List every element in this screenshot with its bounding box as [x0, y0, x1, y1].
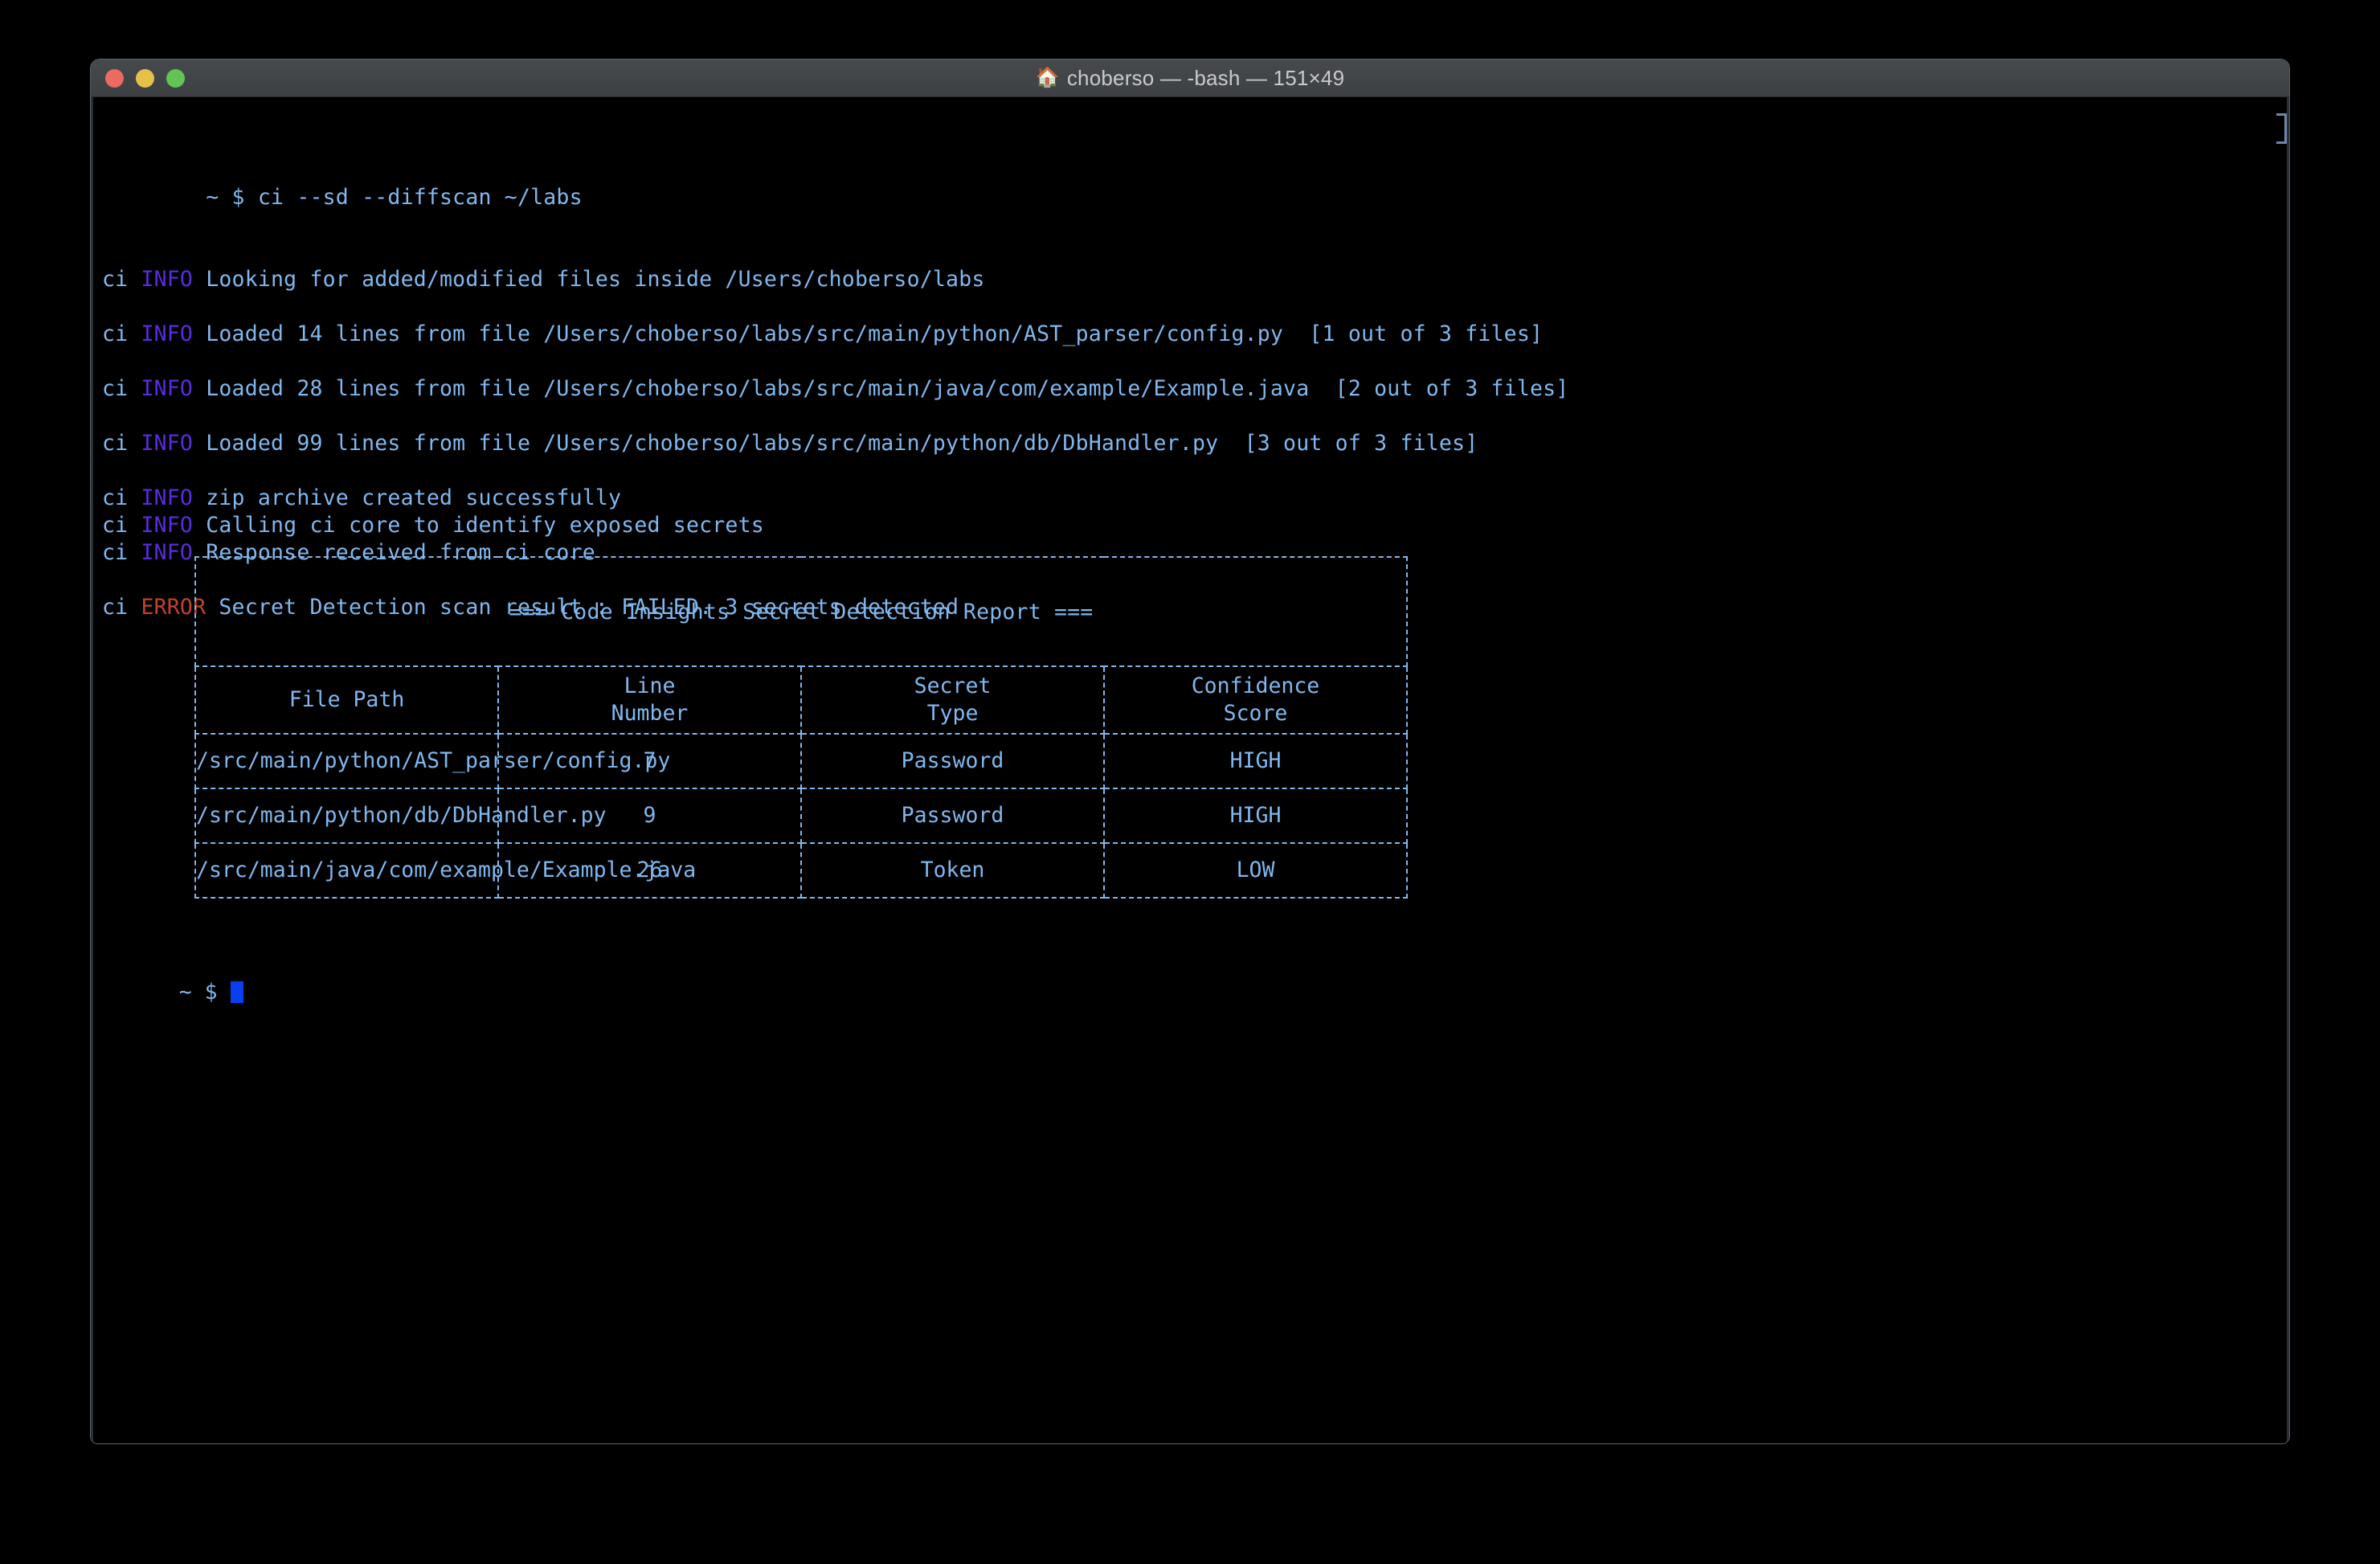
log-message: zip archive created successfully: [193, 485, 622, 510]
column-header-file-path: File Path: [194, 665, 499, 735]
command-prompt-line: ~ $ ci --sd --diffscan ~/labs: [102, 157, 2289, 210]
cell-secret-type: Password: [800, 733, 1105, 789]
table-header-row: File Path Line Number Secret Type Confid…: [194, 665, 1408, 735]
log-level-info: INFO: [141, 431, 194, 456]
log-line: ci INFO Loaded 14 lines from file /Users…: [102, 321, 2289, 348]
log-message: Loaded 14 lines from file /Users/chobers…: [193, 321, 1544, 346]
log-message: Loaded 99 lines from file /Users/chobers…: [193, 431, 1478, 456]
report-title: === Code Insights Secret Detection Repor…: [194, 556, 1408, 667]
cell-file-path: /src/main/python/AST_parser/config.py: [194, 733, 670, 789]
close-button[interactable]: [105, 69, 124, 88]
column-header-confidence-score: Confidence Score: [1103, 665, 1408, 735]
report-title-row: === Code Insights Secret Detection Repor…: [194, 556, 1408, 667]
cell-confidence-score: HIGH: [1103, 733, 1408, 789]
log-app-name: ci: [102, 431, 141, 456]
minimize-button[interactable]: [136, 69, 154, 88]
column-header-secret-type: Secret Type: [800, 665, 1105, 735]
column-header-line-number: Line Number: [497, 665, 802, 735]
cell-file-path: /src/main/java/com/example/Example.java: [194, 842, 696, 899]
cell-file-path: /src/main/python/db/DbHandler.py: [194, 788, 607, 844]
log-level-info: INFO: [141, 513, 194, 538]
terminal-body[interactable]: ~ $ ci --sd --diffscan ~/labs ci INFO Lo…: [91, 97, 2289, 1443]
report-row-list: /src/main/python/AST_parser/config.py 7 Pa…: [194, 733, 1408, 899]
log-line: ci INFO zip archive created successfully: [102, 485, 2289, 512]
window-title: 🏠 choberso — -bash — 151×49: [1036, 66, 1344, 91]
traffic-light-group: [105, 59, 185, 97]
log-level-info: INFO: [141, 321, 194, 346]
log-line: ci INFO Looking for added/modified files…: [102, 266, 2289, 293]
cell-secret-type: Password: [800, 788, 1105, 844]
maximize-button[interactable]: [166, 69, 185, 88]
window-title-text: choberso — -bash — 151×49: [1066, 65, 1345, 90]
log-level-info: INFO: [141, 540, 194, 565]
log-message: Calling ci core to identify exposed secr…: [193, 513, 764, 538]
log-level-info: INFO: [141, 376, 194, 401]
table-row: /src/main/java/com/example/Example.java 2…: [194, 842, 1408, 899]
house-icon: 🏠: [1035, 67, 1060, 88]
log-level-info: INFO: [141, 485, 194, 510]
log-line: ci INFO Loaded 99 lines from file /Users…: [102, 430, 2289, 457]
log-message: Looking for added/modified files inside …: [193, 267, 985, 292]
log-line: ci INFO Calling ci core to identify expo…: [102, 512, 2289, 539]
command-input[interactable]: ~ $ ci --sd --diffscan ~/labs: [206, 185, 582, 210]
table-row: /src/main/python/db/DbHandler.py 9 Passwor…: [194, 788, 1408, 844]
final-prompt-line: ~ $: [102, 952, 243, 1034]
log-line: ci INFO Loaded 28 lines from file /Users…: [102, 375, 2289, 403]
title-bar[interactable]: 🏠 choberso — -bash — 151×49: [91, 59, 2289, 97]
log-app-name: ci: [102, 513, 141, 538]
log-app-name: ci: [102, 485, 141, 510]
cell-secret-type: Token: [800, 842, 1105, 899]
terminal-window[interactable]: 🏠 choberso — -bash — 151×49 ~ $ ci --sd …: [90, 59, 2290, 1444]
log-app-name: ci: [102, 595, 141, 620]
cell-confidence-score: LOW: [1103, 842, 1408, 899]
secret-detection-report-table: === Code Insights Secret Detection Repor…: [194, 556, 1408, 899]
final-prompt-text: ~ $: [178, 980, 231, 1005]
log-app-name: ci: [102, 540, 141, 565]
log-app-name: ci: [102, 267, 141, 292]
log-level-info: INFO: [141, 267, 194, 292]
log-app-name: ci: [102, 376, 141, 401]
table-row: /src/main/python/AST_parser/config.py 7 Pa…: [194, 733, 1408, 789]
text-cursor[interactable]: [230, 981, 243, 1003]
log-message: Loaded 28 lines from file /Users/chobers…: [193, 376, 1569, 401]
log-app-name: ci: [102, 321, 141, 346]
cell-confidence-score: HIGH: [1103, 788, 1408, 844]
